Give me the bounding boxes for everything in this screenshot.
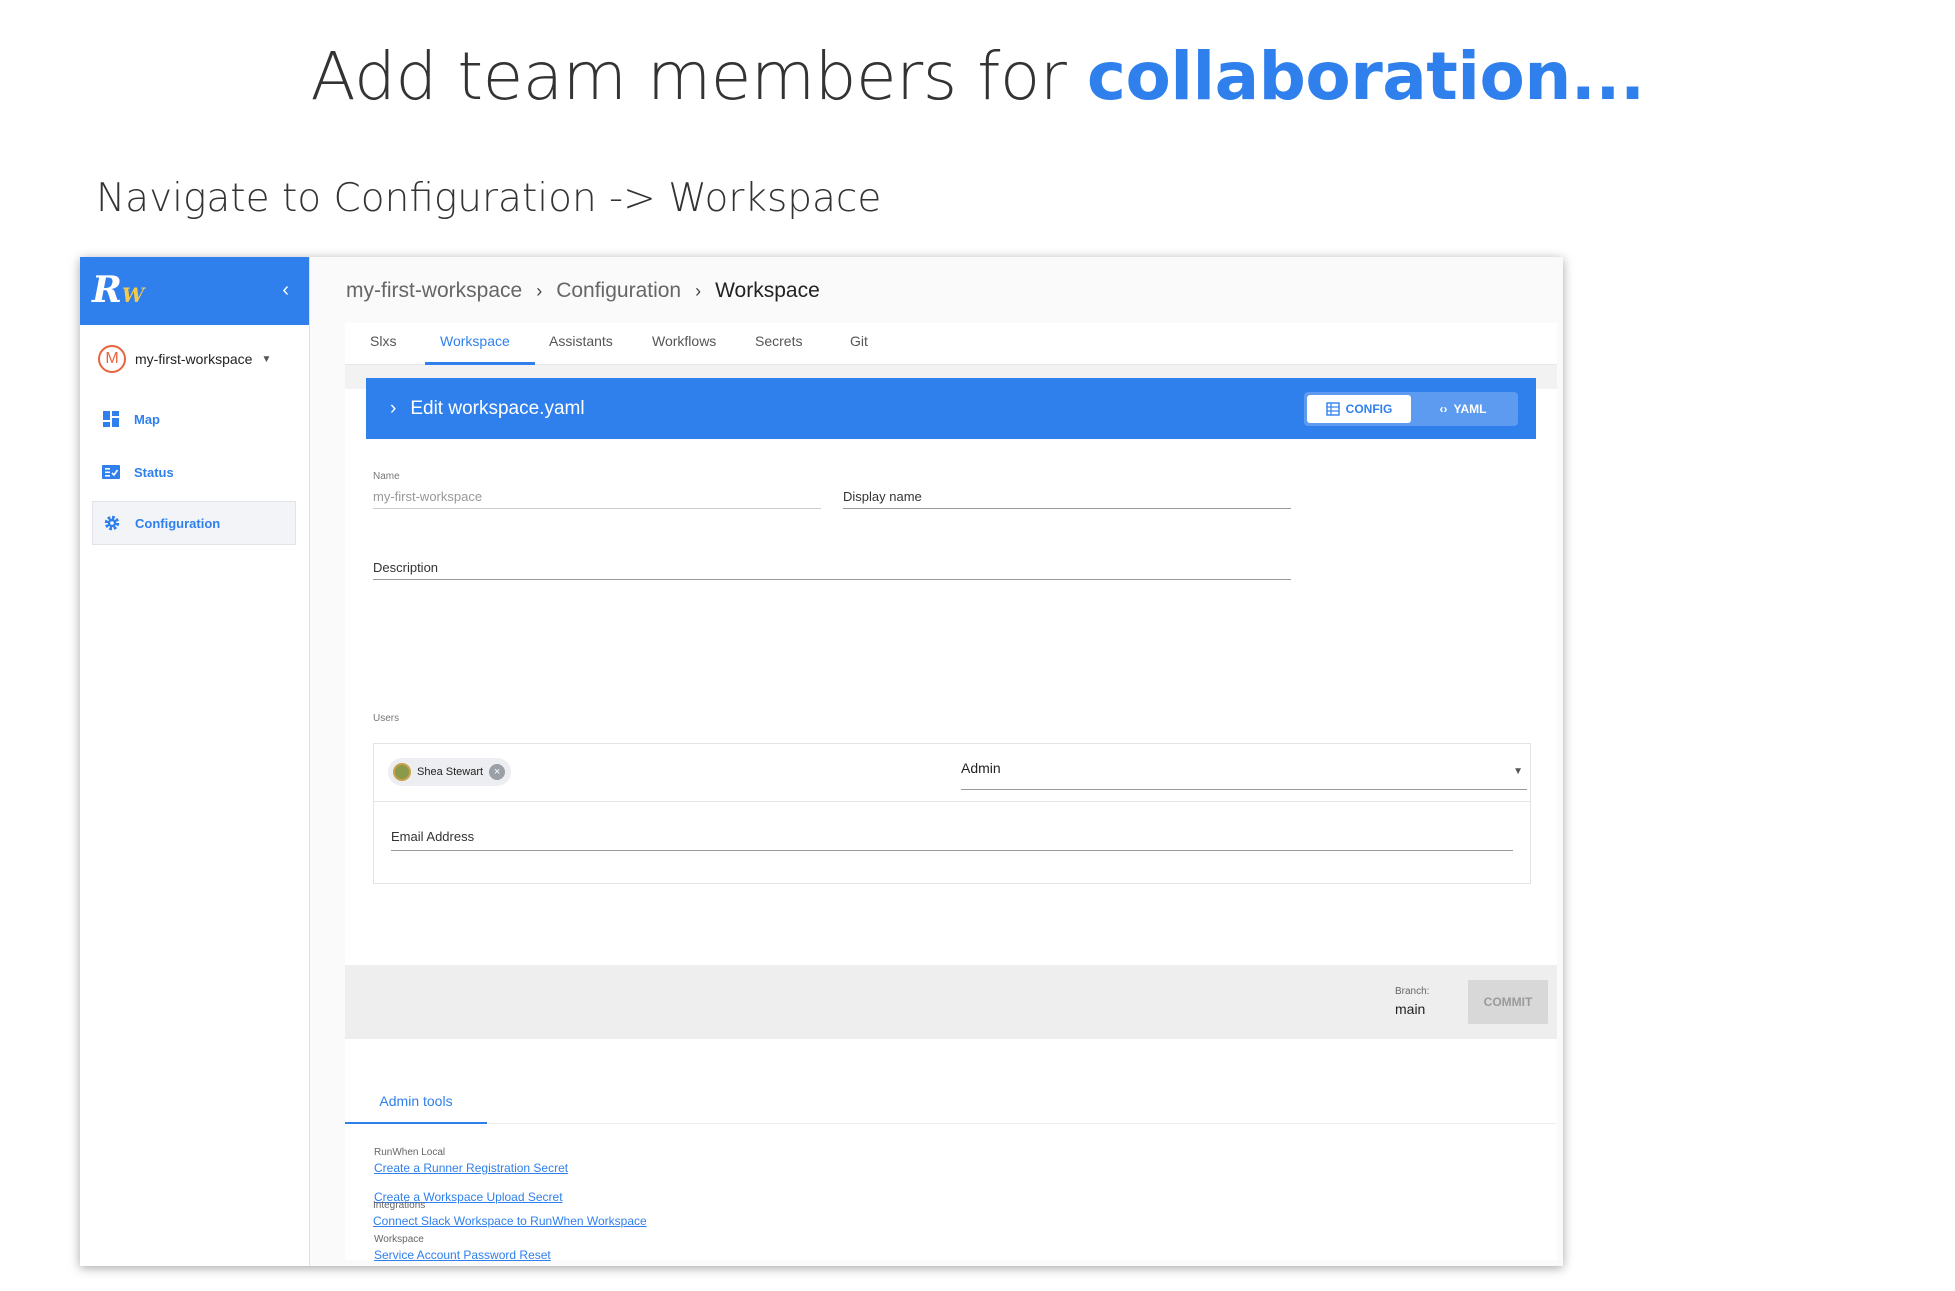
section-runwhen-local: RunWhen Local [374, 1147, 446, 1158]
sidebar-item-map[interactable]: Map [92, 397, 296, 441]
breadcrumb-current: Workspace [715, 279, 820, 302]
name-field: my-first-workspace [373, 485, 821, 509]
branch-value: main [1395, 1001, 1426, 1017]
app-window: RW ‹ M my-first-workspace ▼ Map Status C [80, 257, 1563, 1266]
tab-git[interactable]: Git [850, 333, 868, 349]
user-chip-name: Shea Stewart [417, 766, 484, 778]
chevron-right-icon: › [536, 280, 543, 301]
sidebar: RW ‹ M my-first-workspace ▼ Map Status C [80, 257, 310, 1266]
chevron-down-icon: ▼ [1513, 766, 1523, 777]
breadcrumb: my-first-workspace › Configuration › Wor… [346, 279, 820, 303]
divider [374, 801, 1530, 802]
role-value: Admin [961, 760, 1001, 776]
sidebar-item-status[interactable]: Status [92, 450, 296, 494]
logo-main: R [92, 269, 122, 311]
link-service-account-reset[interactable]: Service Account Password Reset [374, 1248, 551, 1262]
chevron-down-icon: ▼ [261, 353, 272, 365]
tab-admin-tools[interactable]: Admin tools [345, 1079, 487, 1124]
section-integrations: Integrations [373, 1200, 426, 1211]
users-box: Shea Stewart × Admin ▼ Email Address [373, 743, 1531, 884]
branch-label: Branch: [1395, 986, 1430, 997]
config-view-button[interactable]: CONFIG [1307, 395, 1411, 423]
avatar [393, 763, 411, 781]
yaml-label: YAML [1453, 402, 1487, 416]
email-field[interactable]: Email Address [391, 827, 1513, 851]
link-connect-slack[interactable]: Connect Slack Workspace to RunWhen Works… [373, 1214, 647, 1228]
gear-icon [103, 514, 121, 532]
table-icon [1325, 402, 1340, 416]
config-card: Slxs Workspace Assistants Workflows Secr… [345, 323, 1557, 1262]
tab-slxs[interactable]: Slxs [370, 333, 396, 349]
workspace-avatar: M [98, 345, 126, 373]
slide-headline: Add team members for collaboration... [0, 38, 1955, 115]
display-name-label: Display name [843, 489, 922, 504]
tab-workspace[interactable]: Workspace [440, 333, 510, 349]
users-label: Users [373, 713, 400, 724]
commit-button[interactable]: COMMIT [1468, 980, 1548, 1024]
edit-workspace-header[interactable]: › Edit workspace.yaml CONFIG ‹› YAML [366, 378, 1536, 439]
description-field[interactable]: Description [373, 556, 1291, 580]
headline-prefix: Add team members for [310, 38, 1087, 115]
view-toggle: CONFIG ‹› YAML [1304, 392, 1518, 426]
description-label: Description [373, 560, 439, 575]
user-chip[interactable]: Shea Stewart × [388, 758, 512, 786]
name-label: Name [373, 471, 400, 482]
logo-sub: W [121, 283, 145, 307]
config-label: CONFIG [1345, 402, 1393, 416]
breadcrumb-workspace[interactable]: my-first-workspace [346, 279, 522, 303]
tab-assistants[interactable]: Assistants [549, 333, 613, 349]
brand-bar: RW ‹ [80, 257, 309, 325]
remove-user-icon[interactable]: × [489, 764, 506, 780]
link-runner-registration-secret[interactable]: Create a Runner Registration Secret [374, 1161, 568, 1175]
commit-bar: Branch: main COMMIT [345, 965, 1557, 1039]
code-icon: ‹› [1439, 402, 1448, 416]
display-name-field[interactable]: Display name [843, 485, 1291, 509]
app-logo[interactable]: RW [92, 269, 144, 311]
checklist-icon [102, 463, 120, 481]
workspace-selector[interactable]: M my-first-workspace ▼ [98, 345, 271, 373]
sidebar-item-label: Status [134, 464, 174, 480]
name-value: my-first-workspace [373, 489, 483, 504]
breadcrumb-configuration[interactable]: Configuration [556, 279, 681, 303]
workspace-name: my-first-workspace [135, 351, 253, 367]
tab-secrets[interactable]: Secrets [755, 333, 802, 349]
headline-highlight: collaboration... [1086, 38, 1645, 115]
sidebar-item-configuration[interactable]: Configuration [92, 501, 296, 545]
slide-subhead: Navigate to Configuration -> Workspace [96, 176, 882, 221]
yaml-view-button[interactable]: ‹› YAML [1411, 395, 1515, 423]
chevron-right-icon: › [695, 280, 702, 301]
main-content: my-first-workspace › Configuration › Wor… [310, 257, 1563, 1266]
email-label: Email Address [391, 829, 475, 844]
editor-title: Edit workspace.yaml [410, 397, 585, 419]
chevron-right-icon: › [390, 397, 397, 419]
collapse-sidebar-icon[interactable]: ‹ [282, 279, 289, 302]
section-workspace: Workspace [374, 1234, 424, 1245]
divider [487, 1123, 1557, 1124]
sidebar-item-label: Map [134, 411, 160, 427]
config-tabs: Slxs Workspace Assistants Workflows Secr… [345, 323, 1557, 365]
sidebar-item-label: Configuration [135, 515, 221, 531]
tab-workflows[interactable]: Workflows [652, 333, 716, 349]
role-select[interactable]: Admin ▼ [961, 756, 1527, 790]
dashboard-icon [102, 410, 120, 428]
